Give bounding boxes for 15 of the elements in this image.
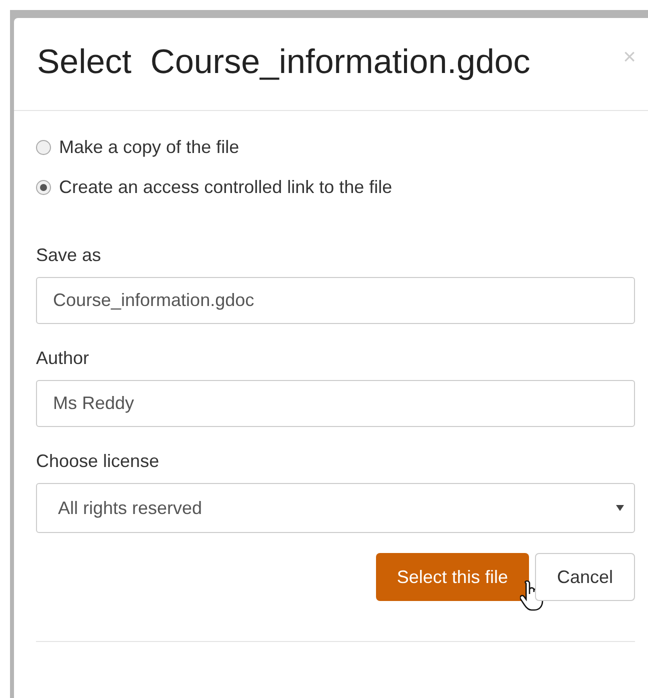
radio-button[interactable] <box>36 180 51 194</box>
field-label: Save as <box>36 244 102 267</box>
radio-label: Create an access controlled link to the file <box>59 176 392 199</box>
cancel-button[interactable]: Cancel <box>534 553 635 601</box>
radio-label: Make a copy of the file <box>59 136 240 159</box>
license-select[interactable]: All rights reserved <box>36 483 635 533</box>
field-label: Choose license <box>36 450 160 473</box>
dialog-title: Select Course_information.gdoc <box>37 42 530 83</box>
select-value: All rights reserved <box>58 496 202 520</box>
dropdown-caret-icon <box>616 505 624 511</box>
text-field[interactable]: Ms Reddy <box>36 380 635 427</box>
select-file-button[interactable]: Select this file <box>376 553 529 601</box>
radio-button[interactable] <box>36 140 51 154</box>
text-field[interactable]: Course_information.gdoc <box>36 277 635 324</box>
field-label: Author <box>36 347 90 370</box>
